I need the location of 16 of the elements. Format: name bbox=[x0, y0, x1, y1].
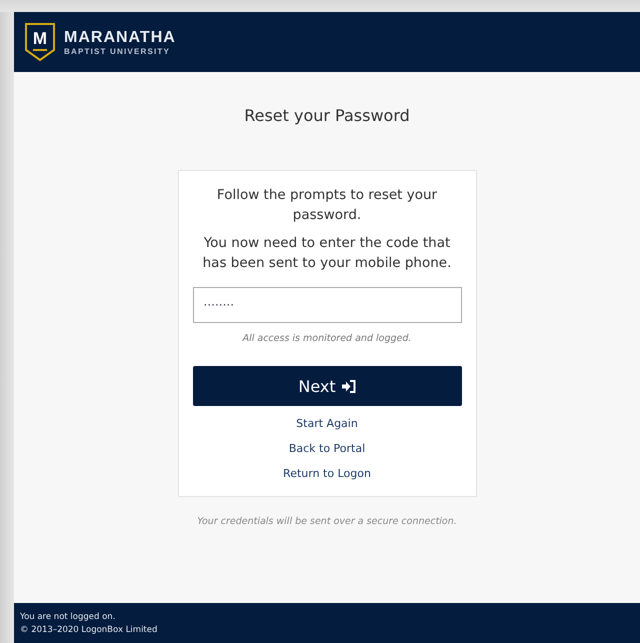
brand-subtitle: BAPTIST UNIVERSITY bbox=[64, 46, 172, 56]
prompt-text: Follow the prompts to reset your password. bbox=[216, 186, 438, 225]
footer-text: © 2013–2020 LogonBox Limited bbox=[20, 624, 158, 634]
logo-letter: M bbox=[32, 29, 48, 49]
nav-link[interactable]: Start Again bbox=[296, 416, 358, 432]
prompt-text: You now need to enter the code that has been sent to your mobile phone. bbox=[202, 234, 452, 273]
nav-link[interactable]: Back to Portal bbox=[288, 441, 366, 457]
code-field[interactable]: ········ bbox=[192, 287, 462, 323]
footer-text: You are not logged on. bbox=[20, 612, 116, 622]
page-title: Reset your Password bbox=[244, 106, 410, 125]
next-button[interactable]: Next bbox=[192, 366, 462, 406]
secure-note: Your credentials will be sent over a secure connection. bbox=[197, 516, 457, 527]
sign-in-icon bbox=[342, 380, 356, 392]
nav-link[interactable]: Return to Logon bbox=[283, 466, 371, 482]
access-notice: All access is monitored and logged. bbox=[242, 333, 412, 344]
brand-name: MARANATHA bbox=[64, 28, 176, 46]
